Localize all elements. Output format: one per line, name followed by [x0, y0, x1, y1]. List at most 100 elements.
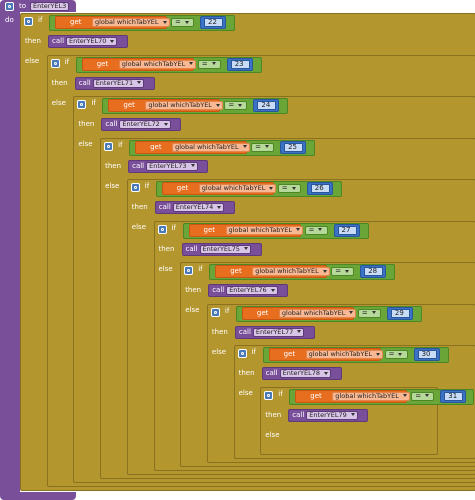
get-variable-block[interactable]: get global whichTabYEL	[161, 182, 277, 195]
variable-dropdown[interactable]: global whichTabYEL	[278, 308, 357, 318]
procedure-name: EnterYEL72	[122, 120, 160, 128]
number-block[interactable]: 29	[386, 306, 413, 320]
number-field[interactable]: 23	[230, 59, 250, 69]
gear-icon[interactable]	[210, 307, 220, 317]
number-block[interactable]: 25	[280, 140, 307, 154]
then-label: then	[265, 410, 282, 419]
call-procedure-block[interactable]: call EnterYEL79	[288, 408, 369, 422]
if-label: if	[144, 182, 150, 190]
gear-icon[interactable]	[264, 390, 274, 400]
variable-name: global whichTabYEL	[281, 308, 346, 317]
number-field[interactable]: 28	[364, 267, 384, 276]
number-block[interactable]: 22	[200, 16, 226, 29]
gear-icon[interactable]	[130, 183, 140, 192]
call-procedure-block[interactable]: call EnterYEL71	[74, 76, 155, 90]
then-label: then	[211, 327, 228, 336]
chevron-down-icon	[402, 394, 407, 397]
call-procedure-block[interactable]: call EnterYEL74	[154, 201, 235, 214]
procedure-dropdown[interactable]: EnterYEL76	[226, 286, 278, 295]
variable-dropdown[interactable]: global whichTabYEL	[225, 225, 304, 235]
equals-operator-dropdown[interactable]: =	[171, 18, 194, 27]
number-block[interactable]: 26	[306, 182, 333, 195]
procedure-dropdown[interactable]: EnterYEL71	[92, 78, 145, 88]
else-label: else	[78, 140, 93, 148]
gear-icon[interactable]	[157, 224, 167, 234]
number-block[interactable]: 31	[440, 389, 467, 403]
get-variable-block[interactable]: get global whichTabYEL	[295, 389, 410, 403]
equals-operator-dropdown[interactable]: =	[224, 101, 248, 110]
variable-dropdown[interactable]: global whichTabYEL	[332, 391, 410, 401]
call-procedure-block[interactable]: call EnterYEL75	[181, 242, 262, 256]
procedure-to-label: to	[19, 2, 27, 10]
get-variable-block[interactable]: get global whichTabYEL	[215, 265, 330, 278]
number-block[interactable]: 23	[226, 57, 253, 71]
procedure-dropdown[interactable]: EnterYEL72	[119, 120, 171, 129]
procedure-name-field[interactable]: EnterYEL3	[30, 2, 70, 11]
get-variable-block[interactable]: get global whichTabYEL	[241, 306, 357, 320]
gear-icon[interactable]	[5, 2, 14, 11]
number-field[interactable]: 24	[257, 101, 277, 110]
procedure-dropdown[interactable]: EnterYEL79	[306, 410, 358, 420]
chevron-down-icon	[350, 413, 355, 416]
number-field[interactable]: 26	[310, 184, 330, 193]
number-field[interactable]: 27	[337, 225, 357, 235]
equals-operator-dropdown[interactable]: =	[251, 142, 275, 152]
variable-dropdown[interactable]: global whichTabYEL	[305, 350, 384, 359]
gear-icon[interactable]	[237, 349, 247, 358]
number-field[interactable]: 29	[390, 308, 410, 318]
gear-icon[interactable]	[104, 141, 114, 151]
procedure-dropdown[interactable]: EnterYEL78	[279, 369, 332, 378]
get-variable-block[interactable]: get global whichTabYEL	[188, 223, 304, 237]
get-variable-block[interactable]: get global whichTabYEL	[81, 57, 197, 71]
procedure-dropdown[interactable]: EnterYEL74	[172, 203, 225, 212]
gear-icon[interactable]	[24, 17, 33, 26]
number-field[interactable]: 31	[444, 391, 464, 401]
procedure-dropdown[interactable]: EnterYEL70	[66, 37, 118, 46]
equals-operator-dropdown[interactable]: =	[411, 391, 435, 401]
number-field[interactable]: 25	[284, 142, 304, 152]
call-label: call	[158, 203, 171, 211]
call-procedure-block[interactable]: call EnterYEL78	[261, 367, 342, 380]
number-field[interactable]: 30	[417, 350, 437, 359]
equals-operator-dropdown[interactable]: =	[304, 225, 328, 235]
number-block[interactable]: 28	[360, 265, 387, 278]
number-block[interactable]: 24	[253, 99, 280, 112]
number-field[interactable]: 22	[204, 18, 223, 27]
variable-dropdown[interactable]: global whichTabYEL	[172, 142, 250, 152]
equals-operator-dropdown[interactable]: =	[357, 308, 381, 318]
variable-dropdown[interactable]: global whichTabYEL	[92, 18, 170, 27]
procedure-dropdown[interactable]: EnterYEL77	[252, 327, 305, 337]
get-variable-block[interactable]: get global whichTabYEL	[55, 16, 170, 29]
procedure-name: EnterYEL75	[202, 244, 240, 253]
number-block[interactable]: 27	[333, 223, 360, 237]
chevron-down-icon	[324, 371, 329, 375]
call-procedure-block[interactable]: call EnterYEL76	[208, 284, 289, 297]
gear-icon[interactable]	[50, 58, 60, 68]
get-variable-block[interactable]: get global whichTabYEL	[135, 140, 250, 154]
then-label: then	[131, 203, 148, 211]
chevron-down-icon	[371, 311, 376, 314]
variable-dropdown[interactable]: global whichTabYEL	[145, 101, 223, 110]
variable-dropdown[interactable]: global whichTabYEL	[252, 267, 330, 276]
equals-operator-dropdown[interactable]: =	[277, 184, 301, 193]
if-label: if	[198, 265, 203, 273]
variable-dropdown[interactable]: global whichTabYEL	[118, 59, 197, 69]
gear-icon[interactable]	[77, 100, 87, 109]
equals-operator-dropdown[interactable]: =	[197, 59, 221, 69]
number-block[interactable]: 30	[413, 348, 440, 361]
procedure-dropdown[interactable]: EnterYEL73	[146, 161, 198, 171]
equals-operator-dropdown[interactable]: =	[331, 267, 355, 276]
call-procedure-block[interactable]: call EnterYEL70	[48, 35, 128, 48]
call-procedure-block[interactable]: call EnterYEL72	[101, 118, 182, 131]
get-variable-block[interactable]: get global whichTabYEL	[268, 348, 384, 361]
call-procedure-block[interactable]: call EnterYEL77	[234, 325, 315, 339]
get-variable-block[interactable]: get global whichTabYEL	[108, 99, 223, 112]
procedure-dropdown[interactable]: EnterYEL75	[199, 244, 251, 254]
call-procedure-block[interactable]: call EnterYEL73	[128, 159, 209, 173]
gear-icon[interactable]	[184, 266, 194, 275]
equals-symbol: =	[228, 101, 235, 109]
chevron-down-icon	[264, 145, 269, 148]
variable-dropdown[interactable]: global whichTabYEL	[198, 184, 277, 193]
chevron-down-icon	[162, 20, 167, 24]
equals-operator-dropdown[interactable]: =	[384, 350, 408, 359]
